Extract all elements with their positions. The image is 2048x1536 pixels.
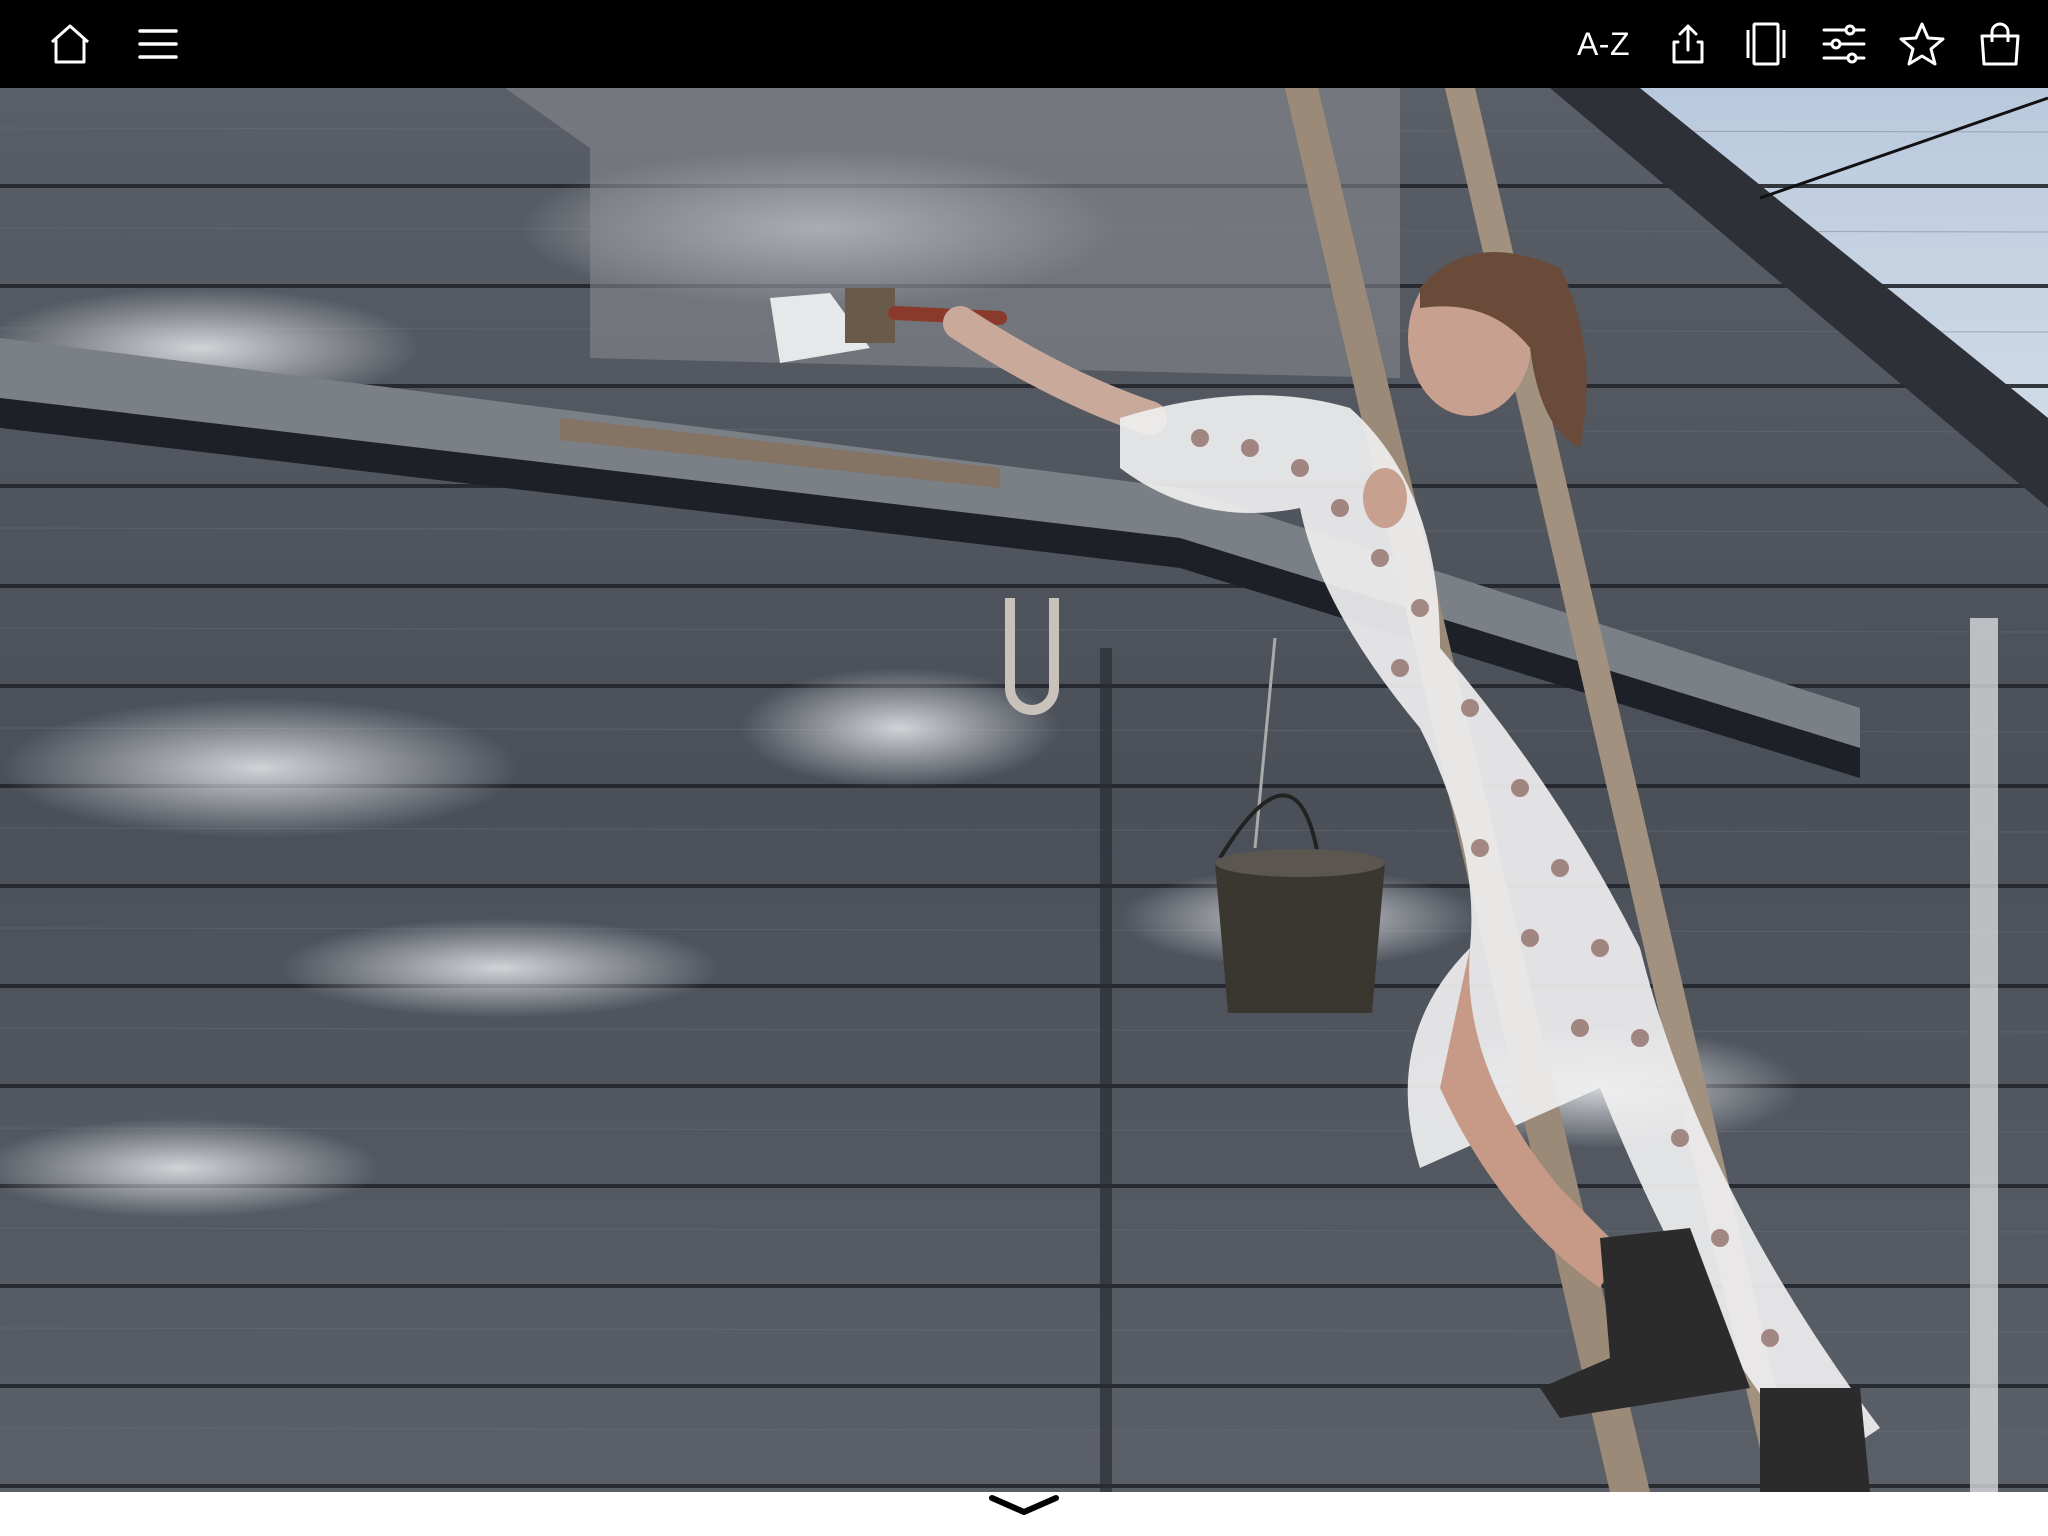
settings-button[interactable]: [1818, 18, 1870, 70]
bottom-bar: [0, 1492, 2048, 1536]
settings-sliders-icon: [1822, 24, 1866, 64]
menu-icon: [138, 29, 178, 59]
home-button[interactable]: [44, 18, 96, 70]
menu-button[interactable]: [132, 18, 184, 70]
star-icon: [1899, 22, 1945, 66]
share-icon: [1672, 24, 1704, 64]
page-layout-icon: [1746, 22, 1786, 66]
az-label: A-Z: [1576, 25, 1630, 62]
favorite-button[interactable]: [1896, 18, 1948, 70]
toolbar-left-group: [0, 0, 184, 88]
home-icon: [51, 24, 89, 64]
photo-image: [0, 88, 2048, 1492]
share-button[interactable]: [1662, 18, 1714, 70]
page-layout-button[interactable]: [1740, 18, 1792, 70]
shopping-bag-button[interactable]: [1974, 18, 2026, 70]
shopping-bag-icon: [1980, 22, 2020, 66]
toolbar-right-group: A-Z: [1571, 0, 2048, 88]
chevron-down-icon[interactable]: [984, 1492, 1064, 1518]
magazine-photo[interactable]: [0, 88, 2048, 1492]
top-toolbar: A-Z: [0, 0, 2048, 88]
az-index-button[interactable]: A-Z: [1571, 18, 1636, 70]
